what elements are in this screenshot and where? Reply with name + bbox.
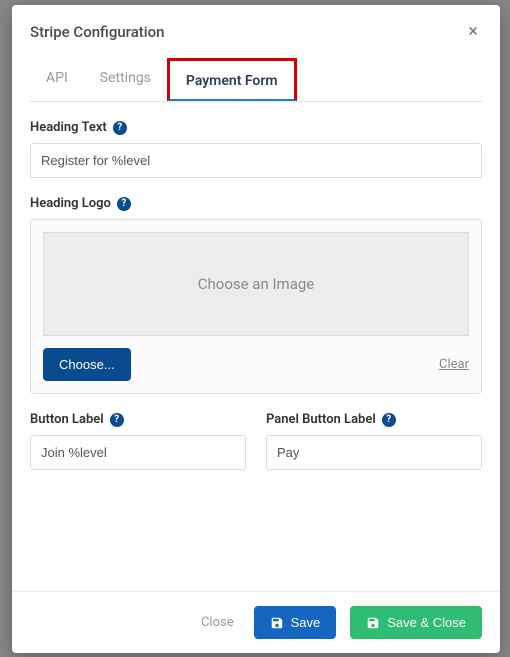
button-label-label: Button Label ? (30, 412, 246, 427)
save-close-button-label: Save & Close (387, 615, 466, 630)
tab-payment-form[interactable]: Payment Form (167, 58, 297, 101)
label-text: Button Label (30, 412, 104, 427)
save-close-button[interactable]: Save & Close (350, 606, 482, 639)
label-text: Heading Text (30, 120, 107, 135)
panel-button-label-label: Panel Button Label ? (266, 412, 482, 427)
button-label-group: Button Label ? (30, 412, 246, 470)
heading-logo-label: Heading Logo ? (30, 196, 482, 211)
help-icon[interactable]: ? (113, 121, 127, 135)
save-icon (270, 616, 284, 630)
stripe-config-modal: Stripe Configuration × API Settings Paym… (12, 5, 500, 653)
choose-image-button[interactable]: Choose... (43, 348, 131, 381)
label-text: Heading Logo (30, 196, 111, 211)
help-icon[interactable]: ? (110, 413, 124, 427)
button-labels-row: Button Label ? Panel Button Label ? (30, 412, 482, 488)
panel-button-label-input[interactable] (266, 435, 482, 470)
footer-close-link[interactable]: Close (201, 615, 234, 630)
modal-footer: Close Save Save & Close (12, 591, 500, 653)
image-dropzone[interactable]: Choose an Image (43, 232, 469, 336)
heading-text-label: Heading Text ? (30, 120, 482, 135)
tab-api[interactable]: API (30, 58, 84, 101)
modal-header: Stripe Configuration × (12, 5, 500, 54)
panel-button-label-group: Panel Button Label ? (266, 412, 482, 470)
heading-text-input[interactable] (30, 143, 482, 178)
heading-text-group: Heading Text ? (30, 120, 482, 178)
save-button-label: Save (291, 615, 321, 630)
image-panel: Choose an Image Choose... Clear (30, 219, 482, 394)
clear-image-link[interactable]: Clear (439, 357, 469, 372)
save-button[interactable]: Save (254, 606, 337, 639)
button-label-input[interactable] (30, 435, 246, 470)
heading-logo-group: Heading Logo ? Choose an Image Choose...… (30, 196, 482, 394)
image-actions: Choose... Clear (43, 348, 469, 381)
save-icon (366, 616, 380, 630)
help-icon[interactable]: ? (117, 197, 131, 211)
tabs: API Settings Payment Form (30, 58, 482, 102)
close-icon[interactable]: × (464, 19, 482, 44)
modal-body: API Settings Payment Form Heading Text ?… (12, 54, 500, 591)
tab-settings[interactable]: Settings (84, 58, 167, 101)
help-icon[interactable]: ? (382, 413, 396, 427)
modal-title: Stripe Configuration (30, 23, 164, 41)
label-text: Panel Button Label (266, 412, 376, 427)
